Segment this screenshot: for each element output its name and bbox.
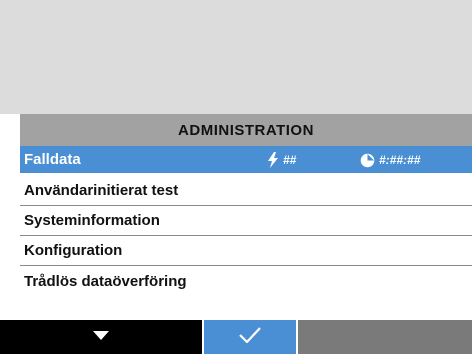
- display-top-area: [0, 0, 472, 114]
- softkey-blank[interactable]: [298, 320, 472, 354]
- softkey-down[interactable]: [0, 320, 202, 354]
- menu-item-wireless-transfer[interactable]: Trådlös dataöverföring: [20, 266, 472, 296]
- down-arrow-icon: [91, 328, 111, 346]
- menu-item-user-test[interactable]: Användarinitierat test: [20, 176, 472, 206]
- menu-item-label: Systeminformation: [24, 212, 160, 229]
- shock-count-value: ##: [283, 153, 297, 167]
- admin-menu: ADMINISTRATION Falldata ## #:##:## Använ…: [20, 114, 472, 320]
- shock-count: ##: [267, 146, 296, 174]
- lightning-icon: [267, 152, 279, 168]
- elapsed-time-value: #:##:##: [379, 153, 421, 167]
- menu-item-system-info[interactable]: Systeminformation: [20, 206, 472, 236]
- checkmark-icon: [237, 325, 263, 350]
- menu-title: ADMINISTRATION: [20, 114, 472, 146]
- menu-item-label: Trådlös dataöverföring: [24, 272, 187, 290]
- softkey-confirm[interactable]: [204, 320, 296, 354]
- softkey-bar: [0, 320, 472, 354]
- menu-item-falldata[interactable]: Falldata ## #:##:##: [20, 146, 472, 174]
- menu-item-label: Konfiguration: [24, 242, 123, 259]
- menu-item-label: Falldata: [24, 151, 81, 168]
- menu-item-label: Användarinitierat test: [24, 182, 179, 199]
- menu-item-configuration[interactable]: Konfiguration: [20, 236, 472, 266]
- elapsed-time: #:##:##: [360, 146, 420, 174]
- clock-icon: [360, 153, 375, 168]
